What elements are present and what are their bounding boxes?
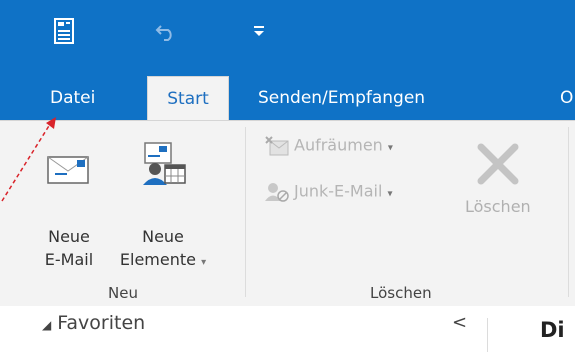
- pane-divider: [487, 318, 488, 352]
- tab-datei[interactable]: Datei: [50, 76, 95, 120]
- group-separator: [245, 127, 246, 297]
- envelope-icon: [38, 139, 100, 189]
- new-items-label-line1: Neue: [142, 227, 184, 246]
- tab-ordner-partial[interactable]: O: [560, 76, 573, 120]
- junk-email-button[interactable]: Junk-E-Mail ▾: [264, 181, 393, 203]
- tab-start[interactable]: Start: [147, 76, 229, 120]
- group-separator: [568, 127, 569, 297]
- delete-label: Löschen: [465, 197, 531, 216]
- junk-icon: [265, 183, 289, 202]
- favorites-header[interactable]: ◢ Favoriten: [42, 312, 145, 334]
- new-email-label-line1: Neue: [48, 227, 90, 246]
- collapse-triangle-icon: ◢: [42, 318, 52, 332]
- new-items-label-text: Elemente: [119, 250, 196, 269]
- tab-senden-empfangen[interactable]: Senden/Empfangen: [258, 76, 425, 120]
- delete-button[interactable]: Löschen: [465, 133, 531, 216]
- undo-icon[interactable]: [155, 22, 177, 42]
- new-items-label-line2: Elemente ▾: [113, 248, 213, 274]
- favorites-label: Favoriten: [57, 312, 146, 334]
- dropdown-caret-icon: ▾: [387, 142, 393, 154]
- message-list-heading: Di: [540, 318, 565, 342]
- new-email-label-line2: E-Mail: [44, 250, 94, 269]
- dropdown-caret-icon: ▾: [201, 257, 207, 268]
- clean-up-button[interactable]: Aufräumen ▾: [264, 135, 393, 157]
- dropdown-caret-icon: ▾: [387, 188, 393, 200]
- junk-email-label: Junk-E-Mail: [294, 181, 383, 201]
- delete-x-icon: [477, 143, 519, 185]
- save-icon[interactable]: [54, 18, 74, 44]
- new-items-icon: [113, 139, 213, 189]
- title-bar: [0, 0, 575, 76]
- ribbon-panel: Neue E-Mail Neue Elemente ▾ Neu Aufräume…: [0, 120, 575, 307]
- new-email-button[interactable]: Neue E-Mail: [38, 139, 100, 271]
- group-label-loeschen: Löschen: [370, 284, 432, 302]
- clean-up-label: Aufräumen: [294, 135, 383, 155]
- clean-up-icon: [265, 136, 289, 156]
- new-items-button[interactable]: Neue Elemente ▾: [113, 139, 213, 274]
- collapse-pane-button[interactable]: <: [452, 312, 467, 333]
- customize-toolbar-icon[interactable]: [252, 22, 266, 38]
- group-label-neu: Neu: [108, 284, 138, 302]
- ribbon-tab-strip: Datei Start Senden/Empfangen O: [0, 76, 575, 120]
